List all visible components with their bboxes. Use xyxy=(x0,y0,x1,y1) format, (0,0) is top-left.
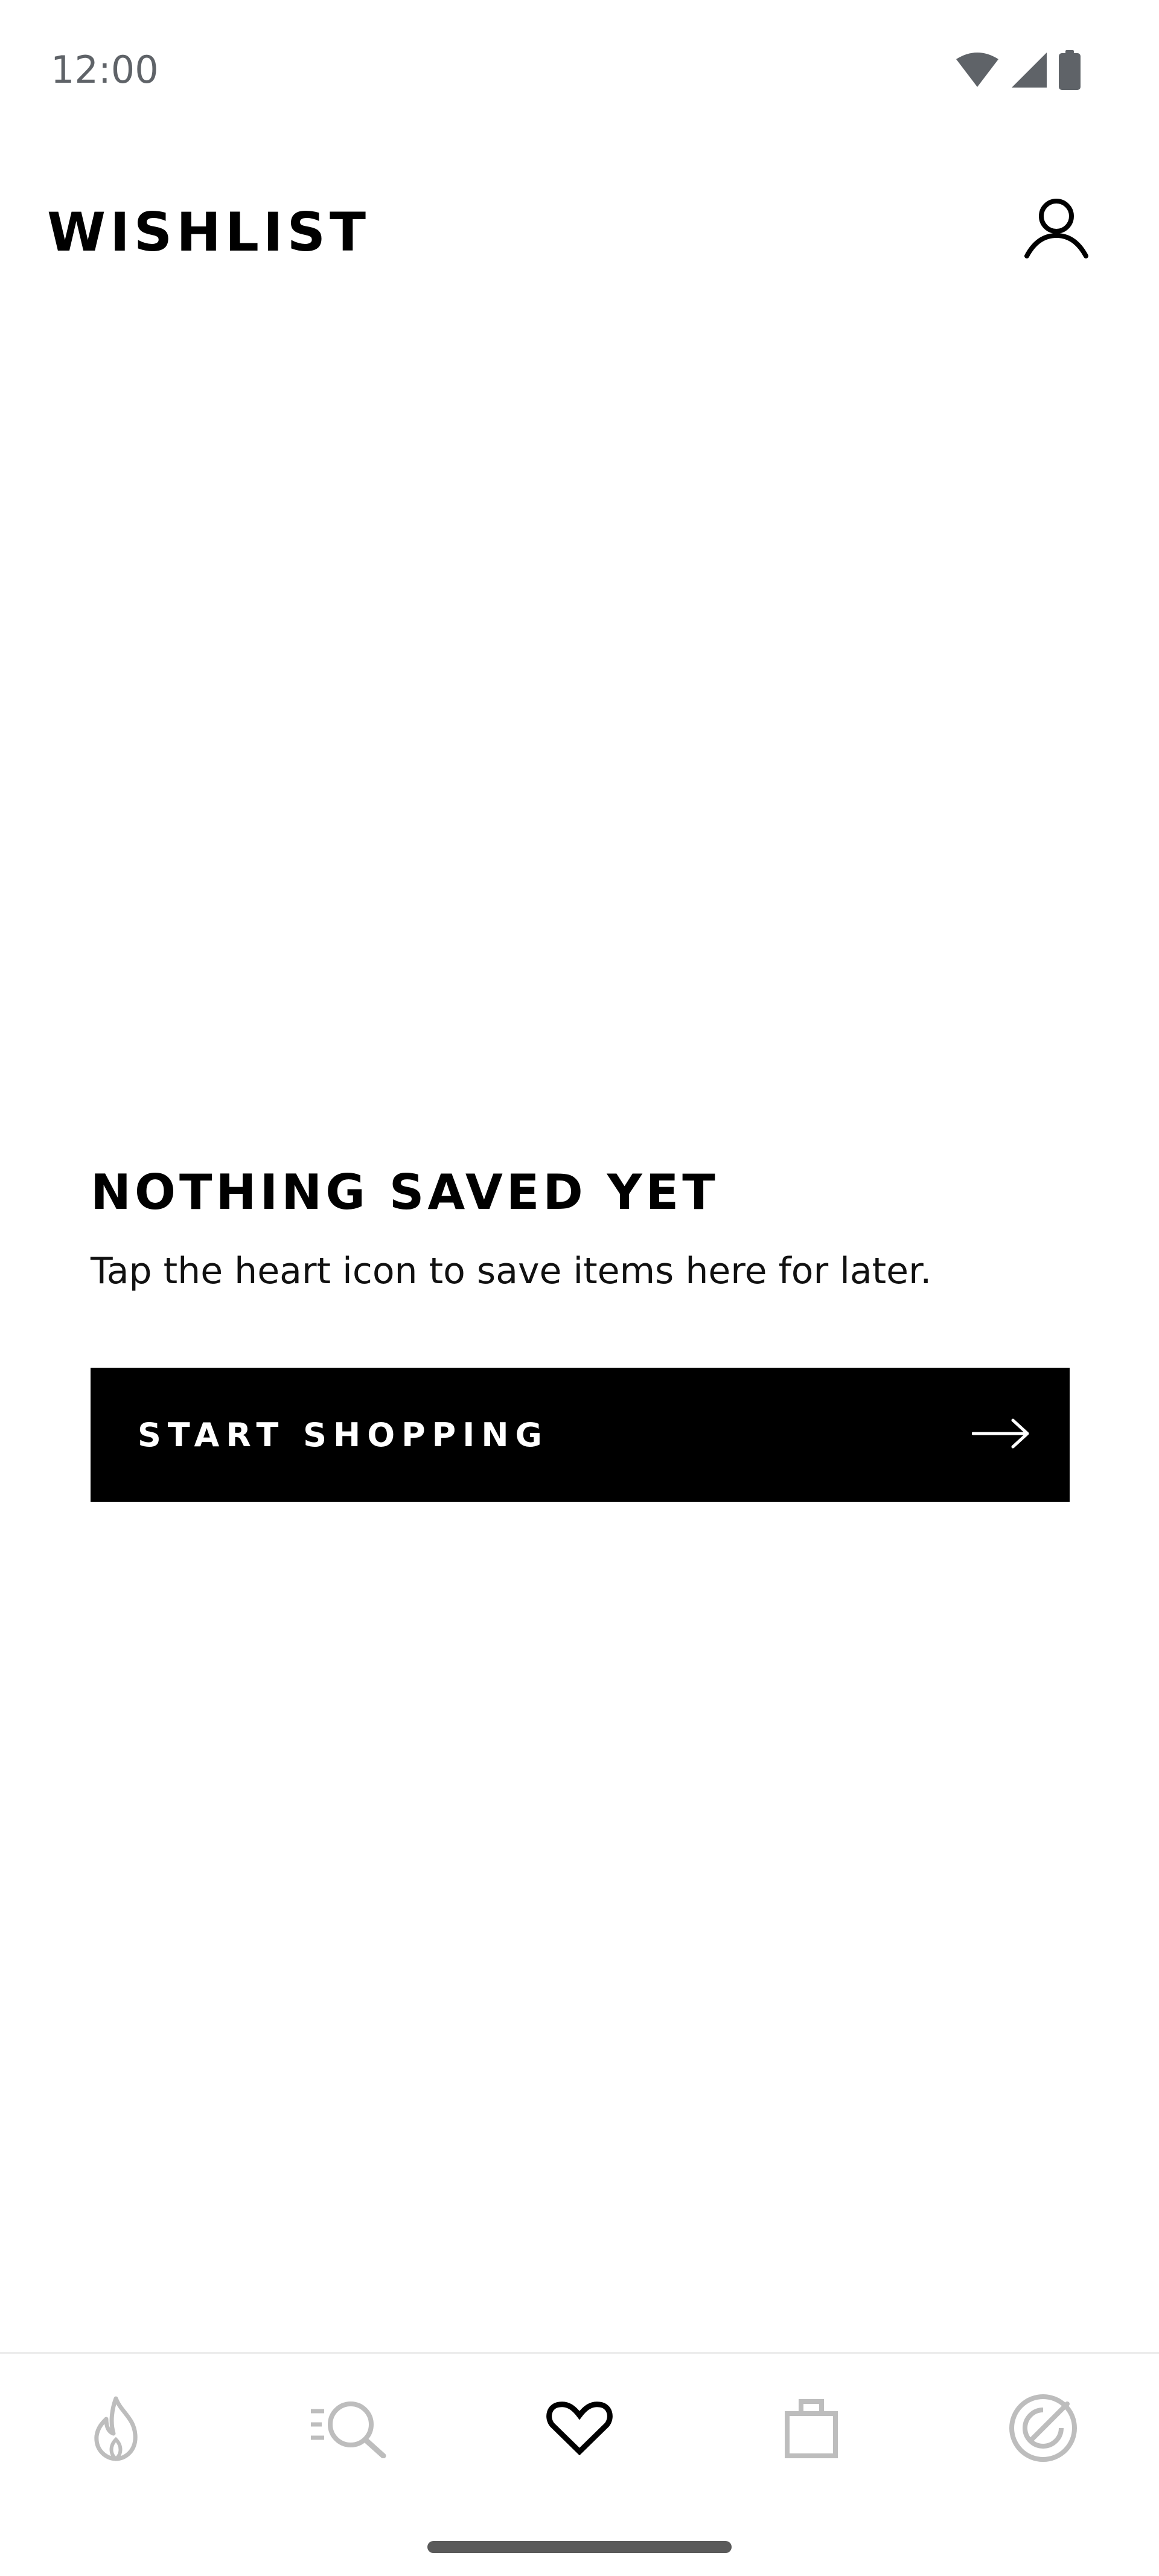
wifi-icon xyxy=(955,52,1000,88)
heart-icon xyxy=(546,2401,613,2458)
status-time: 12:00 xyxy=(51,48,159,92)
nav-item-trending[interactable] xyxy=(56,2369,176,2490)
cellular-signal-icon xyxy=(1011,51,1048,89)
empty-state-title: NOTHING SAVED YET xyxy=(91,1164,719,1220)
app-header: WISHLIST xyxy=(0,181,1159,284)
home-indicator[interactable] xyxy=(427,2541,732,2553)
bottom-nav-items xyxy=(0,2354,1159,2505)
bottom-navigation xyxy=(0,2352,1159,2576)
nav-item-wishlist[interactable] xyxy=(519,2369,640,2490)
person-icon xyxy=(1023,198,1090,261)
nav-item-search[interactable] xyxy=(287,2369,408,2490)
nav-item-feed[interactable] xyxy=(983,2369,1103,2490)
nav-item-bag[interactable] xyxy=(751,2369,872,2490)
start-shopping-button[interactable]: START SHOPPING xyxy=(91,1368,1070,1502)
empty-state-description: Tap the heart icon to save items here fo… xyxy=(91,1250,932,1292)
shopping-bag-icon xyxy=(784,2398,838,2461)
arrow-right-icon xyxy=(971,1418,1030,1452)
start-shopping-label: START SHOPPING xyxy=(138,1415,549,1454)
battery-icon xyxy=(1059,50,1081,90)
account-button[interactable] xyxy=(1014,187,1099,272)
wishlist-screen: 12:00 WISHLIST NOTHING SAVED YET Tap the… xyxy=(0,0,1159,2576)
radar-icon xyxy=(1007,2392,1079,2467)
status-icons xyxy=(955,50,1081,90)
page-title: WISHLIST xyxy=(47,201,371,263)
empty-state: NOTHING SAVED YET Tap the heart icon to … xyxy=(91,1159,1070,1502)
flame-icon xyxy=(86,2395,146,2464)
status-bar: 12:00 xyxy=(0,0,1159,139)
search-list-icon xyxy=(308,2398,387,2461)
